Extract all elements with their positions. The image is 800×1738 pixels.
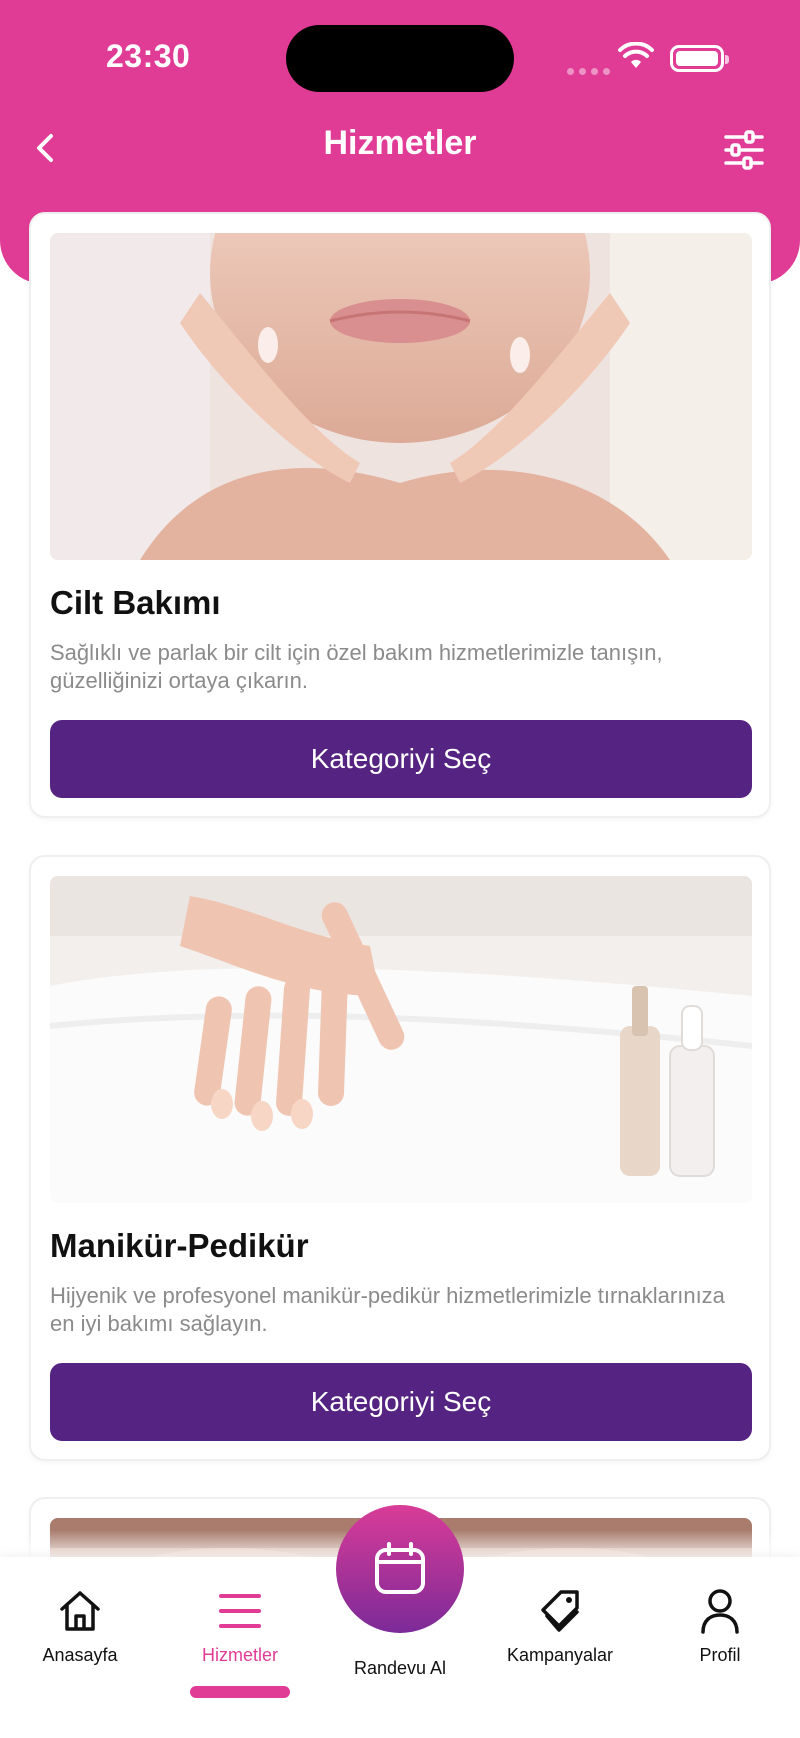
nav-label: Profil <box>699 1645 741 1665</box>
book-appointment-button[interactable] <box>336 1505 464 1633</box>
nav-item-services[interactable]: Hizmetler <box>170 1557 310 1697</box>
service-card: Manikür-Pedikür Hijyenik ve profesyonel … <box>29 855 771 1461</box>
sliders-icon <box>724 130 764 170</box>
service-title: Manikür-Pedikür <box>50 1227 309 1264</box>
battery-icon <box>670 45 729 72</box>
nav-label: Anasayfa <box>42 1645 118 1665</box>
select-category-button[interactable]: Kategoriyi Seç <box>50 720 752 798</box>
user-icon <box>699 1585 741 1637</box>
service-card: Cilt Bakımı Sağlıklı ve parlak bir cilt … <box>29 212 771 818</box>
nav-label: Randevu Al <box>353 1658 447 1678</box>
select-category-button[interactable]: Kategoriyi Seç <box>50 1363 752 1441</box>
service-image <box>50 233 752 560</box>
nav-item-campaigns[interactable]: Kampanyalar <box>490 1557 630 1697</box>
service-description: Hijyenik ve profesyonel manikür-pedikür … <box>50 1283 725 1336</box>
dynamic-island <box>286 25 514 92</box>
calendar-icon <box>375 1542 425 1594</box>
menu-icon <box>217 1585 263 1637</box>
tag-icon <box>537 1585 583 1637</box>
wifi-icon <box>618 41 654 75</box>
signal-icon <box>567 62 615 80</box>
nav-item-home[interactable]: Anasayfa <box>10 1557 150 1697</box>
page-title: Hizmetler <box>323 124 477 162</box>
nav-label: Hizmetler <box>201 1645 278 1665</box>
service-title: Cilt Bakımı <box>50 584 221 621</box>
status-time: 23:30 <box>106 38 191 74</box>
nav-label: Kampanyalar <box>506 1645 614 1665</box>
filter-button[interactable] <box>722 128 766 172</box>
home-icon <box>57 1585 103 1637</box>
service-image <box>50 876 752 1203</box>
service-description: Sağlıklı ve parlak bir cilt için özel ba… <box>50 640 663 693</box>
nav-item-profile[interactable]: Profil <box>650 1557 790 1697</box>
active-tab-indicator <box>190 1686 290 1698</box>
